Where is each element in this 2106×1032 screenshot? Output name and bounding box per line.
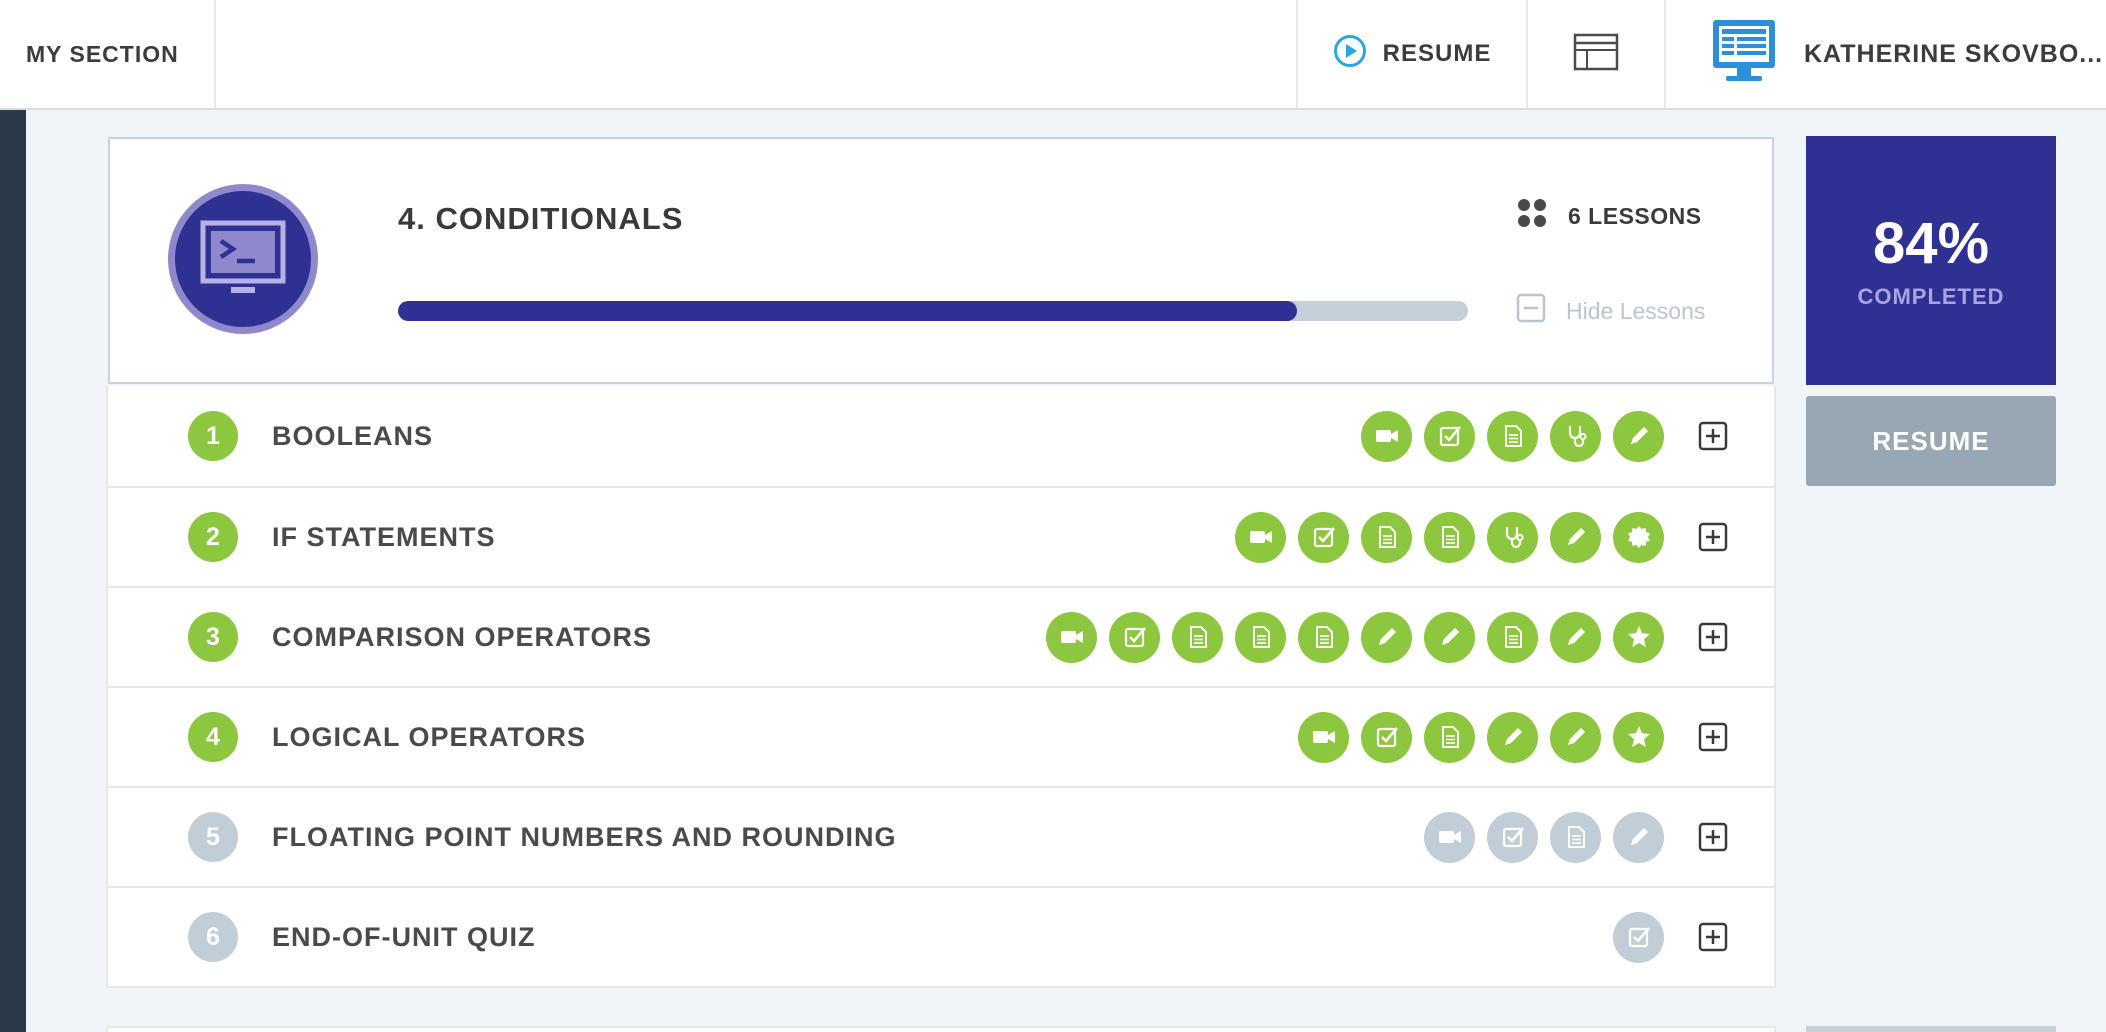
unit-resume-button[interactable]: RESUME	[1806, 396, 2056, 486]
lessons-count: 6 LESSONS	[1516, 197, 1702, 235]
expand-plus-icon[interactable]	[1698, 622, 1728, 652]
lesson-number-badge: 6	[188, 912, 238, 962]
lesson-activity-icons	[1361, 410, 1728, 462]
play-circle-icon	[1333, 34, 1367, 75]
document-icon[interactable]	[1550, 811, 1601, 863]
completion-panel: 84% COMPLETED	[1806, 136, 2056, 385]
my-section-link[interactable]: MY SECTION	[0, 0, 216, 108]
video-icon[interactable]	[1298, 711, 1349, 763]
pencil-icon[interactable]	[1550, 511, 1601, 563]
browser-window-icon	[1573, 33, 1619, 76]
unit-progress-bar	[398, 301, 1468, 321]
pencil-icon[interactable]	[1424, 611, 1475, 663]
star-icon[interactable]	[1613, 611, 1664, 663]
lessons-list: 1 BOOLEANS 2 IF STATEMENTS 3 COMPARISON OPERA…	[106, 386, 1776, 988]
user-menu[interactable]: KATHERINE SKOVBO...	[1666, 0, 2106, 108]
unit-progress-fill	[398, 301, 1297, 321]
video-icon[interactable]	[1361, 410, 1412, 462]
document-icon[interactable]	[1424, 511, 1475, 563]
checkbox-icon[interactable]	[1361, 711, 1412, 763]
lesson-row[interactable]: 5 FLOATING POINT NUMBERS AND ROUNDING	[108, 786, 1774, 886]
checkbox-icon[interactable]	[1298, 511, 1349, 563]
pencil-icon[interactable]	[1487, 711, 1538, 763]
stethoscope-icon[interactable]	[1487, 511, 1538, 563]
stethoscope-icon[interactable]	[1550, 410, 1601, 462]
grid-dots-icon	[1516, 197, 1548, 235]
document-icon[interactable]	[1235, 611, 1286, 663]
video-icon[interactable]	[1046, 611, 1097, 663]
completion-label: COMPLETED	[1857, 284, 2005, 309]
expand-plus-icon[interactable]	[1698, 421, 1728, 451]
lesson-row[interactable]: 3 COMPARISON OPERATORS	[108, 586, 1774, 686]
unit-header-card: 4. CONDITIONALS 6 LESSONS Hide Lessons	[108, 137, 1774, 384]
expand-plus-icon[interactable]	[1698, 922, 1728, 952]
lesson-title[interactable]: BOOLEANS	[272, 421, 433, 452]
lesson-activity-icons	[1235, 511, 1728, 563]
checkbox-icon[interactable]	[1487, 811, 1538, 863]
unit-title: 4. CONDITIONALS	[398, 201, 684, 236]
document-icon[interactable]	[1298, 611, 1349, 663]
video-icon[interactable]	[1235, 511, 1286, 563]
lesson-row[interactable]: 2 IF STATEMENTS	[108, 486, 1774, 586]
lesson-row[interactable]: 4 LOGICAL OPERATORS	[108, 686, 1774, 786]
completion-percent: 84%	[1872, 211, 1990, 276]
pencil-icon[interactable]	[1550, 611, 1601, 663]
lesson-row[interactable]: 6 END-OF-UNIT QUIZ	[108, 886, 1774, 986]
lesson-row[interactable]: 1 BOOLEANS	[108, 386, 1774, 486]
video-icon[interactable]	[1424, 811, 1475, 863]
user-avatar-computer-icon	[1710, 17, 1778, 92]
document-icon[interactable]	[1487, 410, 1538, 462]
document-icon[interactable]	[1424, 711, 1475, 763]
lessons-count-label: 6 LESSONS	[1568, 202, 1702, 229]
topbar-resume-label: RESUME	[1382, 40, 1492, 67]
lesson-number-badge: 4	[188, 712, 238, 762]
next-unit-card	[106, 1026, 1776, 1032]
collapse-square-icon	[1516, 293, 1546, 329]
lesson-number-badge: 1	[188, 411, 238, 461]
expand-plus-icon[interactable]	[1698, 522, 1728, 552]
document-icon[interactable]	[1487, 611, 1538, 663]
next-unit-button[interactable]	[1806, 1026, 2056, 1032]
expand-plus-icon[interactable]	[1698, 822, 1728, 852]
hide-lessons-toggle[interactable]: Hide Lessons	[1516, 293, 1705, 329]
checkbox-icon[interactable]	[1109, 611, 1160, 663]
left-sidebar-rail	[0, 110, 26, 1032]
document-icon[interactable]	[1361, 511, 1412, 563]
lesson-title[interactable]: END-OF-UNIT QUIZ	[272, 922, 535, 953]
window-toggle-button[interactable]	[1528, 0, 1666, 108]
topbar-resume-button[interactable]: RESUME	[1296, 0, 1528, 108]
expand-plus-icon[interactable]	[1698, 722, 1728, 752]
lesson-activity-icons	[1298, 711, 1728, 763]
hide-lessons-label: Hide Lessons	[1566, 297, 1706, 324]
lesson-title[interactable]: LOGICAL OPERATORS	[272, 722, 586, 753]
pencil-icon[interactable]	[1613, 811, 1664, 863]
lesson-number-badge: 3	[188, 612, 238, 662]
lesson-activity-icons	[1424, 811, 1728, 863]
checkbox-icon[interactable]	[1613, 911, 1664, 963]
my-section-label: MY SECTION	[26, 40, 179, 67]
star-icon[interactable]	[1613, 711, 1664, 763]
user-name: KATHERINE SKOVBO...	[1804, 39, 2104, 68]
document-icon[interactable]	[1172, 611, 1223, 663]
lesson-title[interactable]: IF STATEMENTS	[272, 522, 496, 553]
checkbox-icon[interactable]	[1424, 410, 1475, 462]
pencil-icon[interactable]	[1613, 410, 1664, 462]
pencil-icon[interactable]	[1361, 611, 1412, 663]
terminal-icon	[168, 184, 318, 334]
pencil-icon[interactable]	[1550, 711, 1601, 763]
top-navigation-bar: MY SECTION RESUME KATHERINE SKOVBO...	[0, 0, 2106, 110]
lesson-title[interactable]: COMPARISON OPERATORS	[272, 622, 652, 653]
lesson-title[interactable]: FLOATING POINT NUMBERS AND ROUNDING	[272, 822, 896, 853]
lesson-number-badge: 5	[188, 812, 238, 862]
lesson-number-badge: 2	[188, 512, 238, 562]
lesson-activity-icons	[1046, 611, 1728, 663]
badge-icon[interactable]	[1613, 511, 1664, 563]
lesson-activity-icons	[1613, 911, 1728, 963]
